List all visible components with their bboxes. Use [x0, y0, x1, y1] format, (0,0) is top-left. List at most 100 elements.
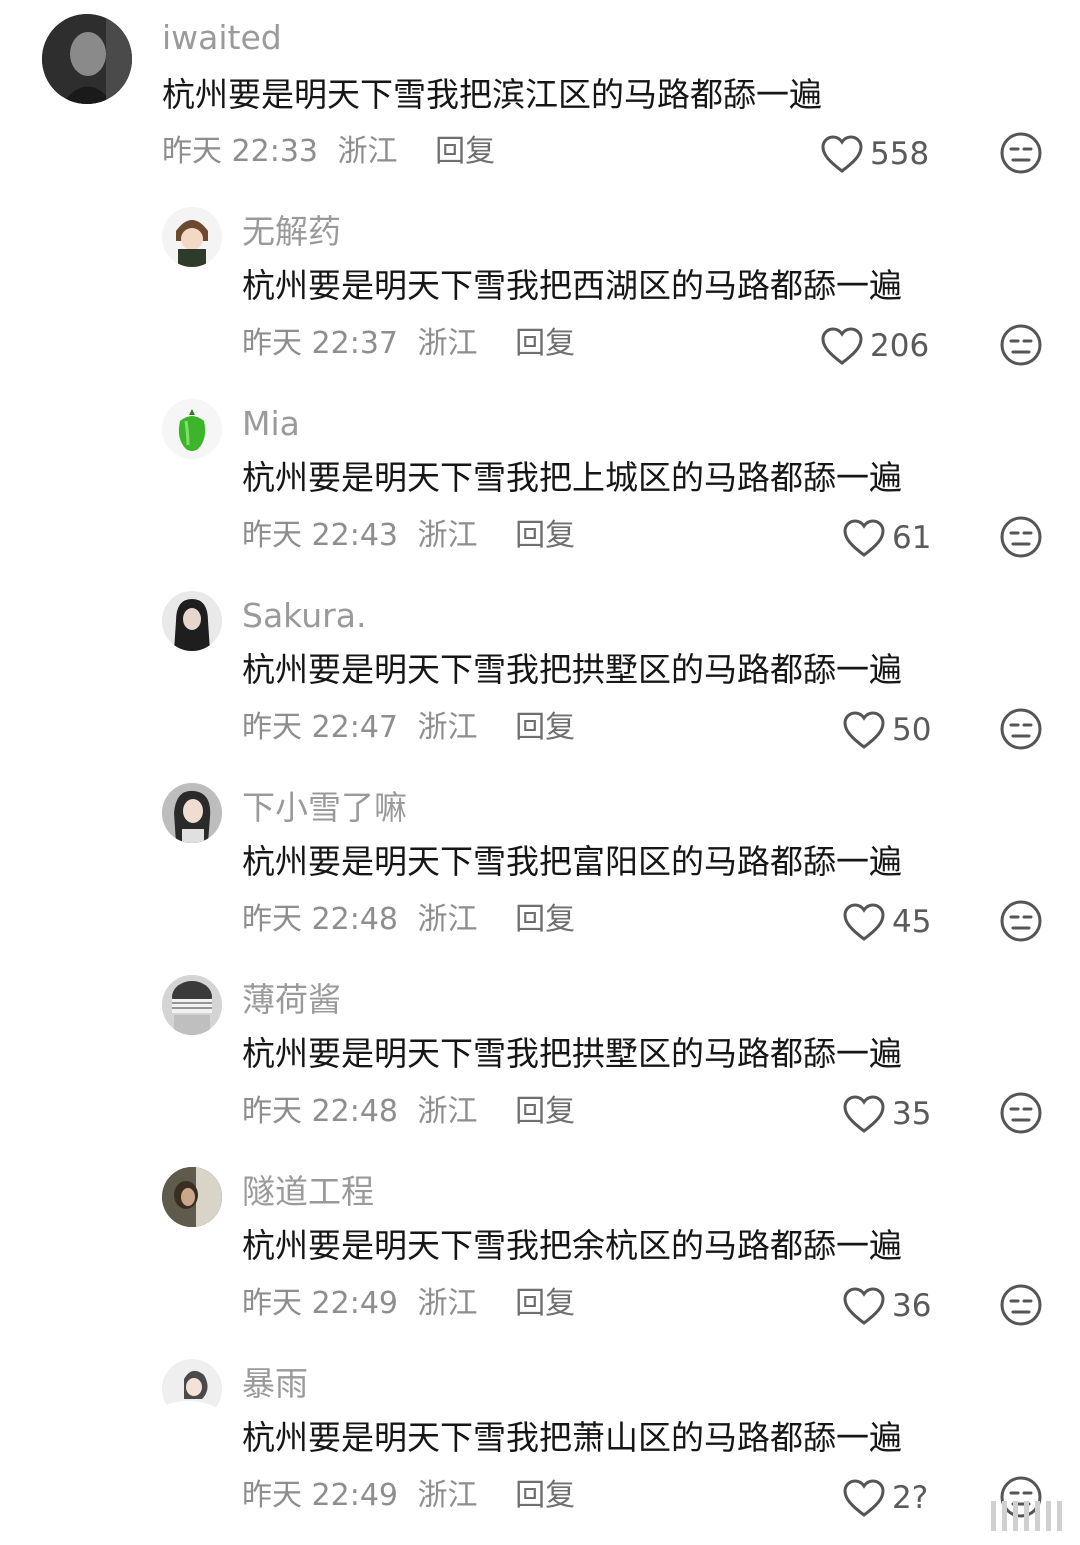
- comment-username[interactable]: 下小雪了嘛: [242, 788, 407, 828]
- avatar[interactable]: [162, 591, 222, 651]
- dislike-button[interactable]: [999, 707, 1043, 751]
- like-count: 206: [870, 328, 930, 364]
- unamused-face-icon: [1000, 1284, 1042, 1326]
- comment-location: 浙江: [417, 1478, 478, 1513]
- comment-location: 浙江: [417, 1094, 478, 1129]
- reply-button[interactable]: 回复: [435, 134, 495, 169]
- comment-text: 杭州要是明天下雪我把拱墅区的马路都舔一遍: [242, 650, 902, 689]
- comment-time: 昨天 22:49: [242, 1286, 398, 1321]
- comment-time: 昨天 22:33: [162, 134, 318, 169]
- reply-button[interactable]: 回复: [515, 1094, 575, 1129]
- comment-location: 浙江: [417, 710, 478, 745]
- heart-outline-icon: [843, 519, 885, 557]
- like-count: 61: [892, 520, 932, 556]
- like-button[interactable]: 206: [820, 322, 929, 370]
- comment-meta: 昨天 22:37 浙江 回复: [242, 324, 575, 364]
- dislike-button[interactable]: [999, 1091, 1043, 1135]
- dislike-button[interactable]: [999, 515, 1043, 559]
- comment-location: 浙江: [417, 326, 478, 361]
- comment-meta: 昨天 22:48 浙江 回复: [242, 1092, 575, 1132]
- comment-time: 昨天 22:49: [242, 1478, 398, 1513]
- unamused-face-icon: [1000, 708, 1042, 750]
- comment-username[interactable]: 暴雨: [242, 1364, 308, 1404]
- reply-comment-item: Sakura. 杭州要是明天下雪我把拱墅区的马路都舔一遍 昨天 22:47 浙江…: [0, 584, 1080, 769]
- like-button[interactable]: 45: [842, 898, 931, 946]
- reply-button[interactable]: 回复: [515, 902, 575, 937]
- comment-location: 浙江: [417, 518, 478, 553]
- heart-outline-icon: [821, 327, 863, 365]
- avatar[interactable]: [42, 14, 132, 104]
- reply-button[interactable]: 回复: [515, 326, 575, 361]
- comment-text: 杭州要是明天下雪我把萧山区的马路都舔一遍: [242, 1418, 902, 1457]
- comment-username[interactable]: 薄荷酱: [242, 980, 341, 1020]
- comment-username[interactable]: Mia: [242, 404, 300, 444]
- comment-text: 杭州要是明天下雪我把上城区的马路都舔一遍: [242, 458, 902, 497]
- like-count: 50: [892, 712, 932, 748]
- comment-username[interactable]: 隧道工程: [242, 1172, 374, 1212]
- comment-location: 浙江: [417, 902, 478, 937]
- dislike-button[interactable]: [999, 323, 1043, 367]
- dislike-button[interactable]: [999, 899, 1043, 943]
- unamused-face-icon: [1000, 324, 1042, 366]
- comment-meta: 昨天 22:49 浙江 回复: [242, 1284, 575, 1324]
- dislike-button[interactable]: [999, 1283, 1043, 1327]
- heart-outline-icon: [843, 903, 885, 941]
- heart-outline-icon: [843, 1287, 885, 1325]
- watermark-bars: [991, 1501, 1062, 1531]
- comment-username[interactable]: iwaited: [162, 18, 282, 58]
- comment-meta: 昨天 22:49 浙江 回复: [242, 1476, 575, 1516]
- like-count: 45: [892, 904, 932, 940]
- comment-time: 昨天 22:37: [242, 326, 398, 361]
- heart-outline-icon: [843, 711, 885, 749]
- unamused-face-icon: [1000, 516, 1042, 558]
- comment-meta: 昨天 22:48 浙江 回复: [242, 900, 575, 940]
- like-count: 36: [892, 1288, 932, 1324]
- comment-meta: 昨天 22:43 浙江 回复: [242, 516, 575, 556]
- like-button[interactable]: 36: [842, 1282, 931, 1330]
- comment-time: 昨天 22:47: [242, 710, 398, 745]
- like-button[interactable]: 50: [842, 706, 931, 754]
- comment-text: 杭州要是明天下雪我把拱墅区的马路都舔一遍: [242, 1034, 902, 1073]
- unamused-face-icon: [1000, 900, 1042, 942]
- reply-comment-item: 暴雨 杭州要是明天下雪我把萧山区的马路都舔一遍 昨天 22:49 浙江 回复 2…: [0, 1352, 1080, 1545]
- comment-location: 浙江: [417, 1286, 478, 1321]
- avatar[interactable]: [162, 783, 222, 843]
- comment-text: 杭州要是明天下雪我把滨江区的马路都舔一遍: [162, 75, 822, 114]
- dislike-button[interactable]: [999, 131, 1043, 175]
- reply-button[interactable]: 回复: [515, 518, 575, 553]
- reply-comment-item: 隧道工程 杭州要是明天下雪我把余杭区的马路都舔一遍 昨天 22:49 浙江 回复…: [0, 1160, 1080, 1345]
- like-button[interactable]: 35: [842, 1090, 931, 1138]
- reply-comment-item: 无解药 杭州要是明天下雪我把西湖区的马路都舔一遍 昨天 22:37 浙江 回复 …: [0, 200, 1080, 385]
- reply-button[interactable]: 回复: [515, 1478, 575, 1513]
- comment-time: 昨天 22:43: [242, 518, 398, 553]
- comment-item: iwaited 杭州要是明天下雪我把滨江区的马路都舔一遍 昨天 22:33 浙江…: [0, 0, 1080, 190]
- like-button[interactable]: 61: [842, 514, 931, 562]
- like-count: 2?: [892, 1480, 929, 1516]
- comment-meta: 昨天 22:33 浙江 回复: [162, 132, 495, 172]
- heart-outline-icon: [843, 1479, 885, 1517]
- reply-comment-item: Mia 杭州要是明天下雪我把上城区的马路都舔一遍 昨天 22:43 浙江 回复 …: [0, 392, 1080, 577]
- like-button[interactable]: 558: [820, 130, 929, 178]
- comment-time: 昨天 22:48: [242, 902, 398, 937]
- avatar[interactable]: [162, 207, 222, 267]
- avatar[interactable]: [162, 1167, 222, 1227]
- comment-meta: 昨天 22:47 浙江 回复: [242, 708, 575, 748]
- avatar[interactable]: [162, 399, 222, 459]
- reply-button[interactable]: 回复: [515, 710, 575, 745]
- comment-text: 杭州要是明天下雪我把余杭区的马路都舔一遍: [242, 1226, 902, 1265]
- comment-username[interactable]: Sakura.: [242, 596, 366, 636]
- unamused-face-icon: [1000, 1092, 1042, 1134]
- like-button[interactable]: 2?: [842, 1474, 928, 1522]
- reply-button[interactable]: 回复: [515, 1286, 575, 1321]
- comment-text: 杭州要是明天下雪我把西湖区的马路都舔一遍: [242, 266, 902, 305]
- reply-comment-item: 下小雪了嘛 杭州要是明天下雪我把富阳区的马路都舔一遍 昨天 22:48 浙江 回…: [0, 776, 1080, 961]
- unamused-face-icon: [1000, 132, 1042, 174]
- avatar[interactable]: [162, 1359, 222, 1419]
- comment-time: 昨天 22:48: [242, 1094, 398, 1129]
- reply-comment-item: 薄荷酱 杭州要是明天下雪我把拱墅区的马路都舔一遍 昨天 22:48 浙江 回复 …: [0, 968, 1080, 1153]
- like-count: 558: [870, 136, 930, 172]
- heart-outline-icon: [843, 1095, 885, 1133]
- heart-outline-icon: [821, 135, 863, 173]
- comment-username[interactable]: 无解药: [242, 212, 341, 252]
- avatar[interactable]: [162, 975, 222, 1035]
